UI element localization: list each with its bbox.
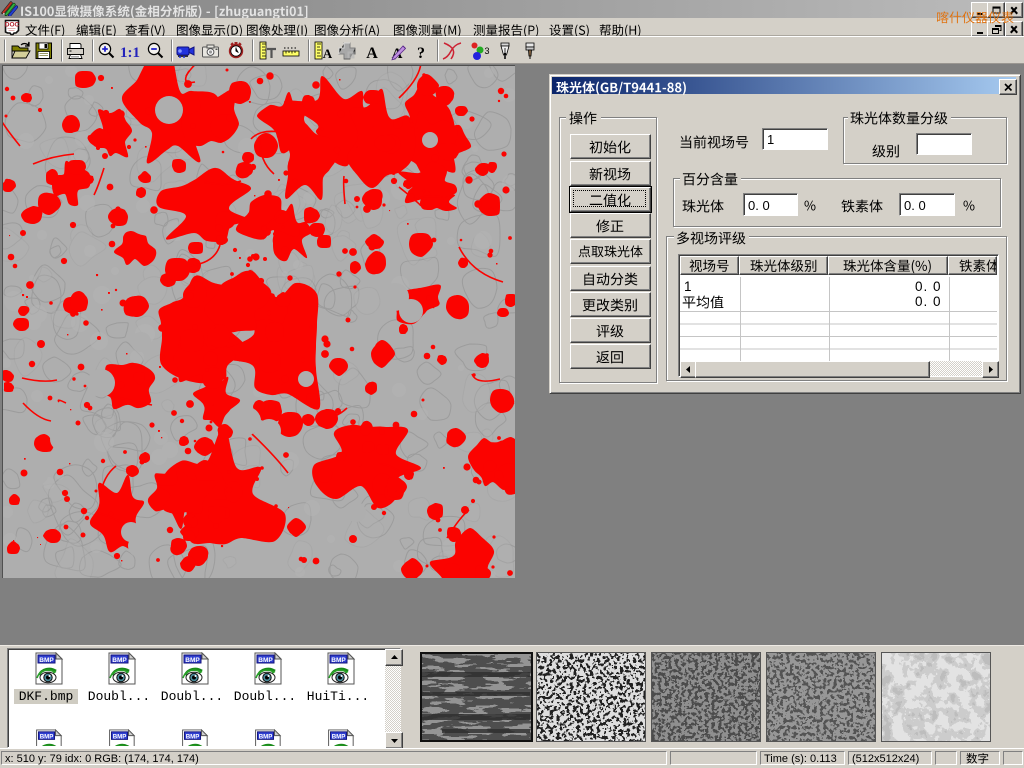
svg-text:?: ?	[417, 45, 425, 62]
svg-text:A: A	[366, 45, 378, 62]
svg-text:3: 3	[485, 46, 490, 56]
svg-text:A: A	[323, 46, 333, 61]
svg-text:1:1: 1:1	[120, 45, 140, 61]
